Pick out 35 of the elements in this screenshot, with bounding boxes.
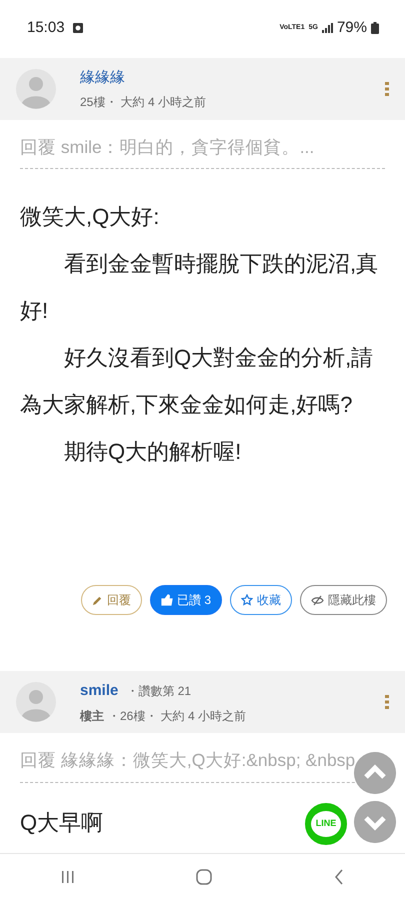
battery-level: 79% <box>336 18 367 38</box>
role-label: 樓主 <box>80 708 104 724</box>
back-icon[interactable] <box>334 869 344 885</box>
rank-text: ・讚數第 21 <box>126 683 192 700</box>
body-text: 好久沒看到Q大對金金的分析,請為大家解析,下來金金如何走,好嗎? <box>20 344 374 420</box>
scroll-down-button[interactable] <box>354 801 396 843</box>
avatar <box>16 682 56 722</box>
author-name[interactable]: 緣緣緣 <box>80 66 125 90</box>
clock: 15:03 <box>27 18 65 38</box>
post-meta: 25樓・ 大約 4 小時之前 <box>80 94 206 112</box>
reply-quote: 回覆 smile：明白的，貪字得個貧。... <box>20 134 385 170</box>
post-meta: ・26樓・ 大約 4 小時之前 <box>108 708 246 724</box>
recent-apps-icon[interactable] <box>60 870 75 884</box>
body-text: 看到金金暫時擺脫下跌的泥沼,真好! <box>20 250 380 326</box>
photo-icon <box>72 22 83 33</box>
body-text: 期待Q大的解析喔! <box>63 438 242 466</box>
scroll-up-button[interactable] <box>354 752 396 794</box>
more-icon[interactable] <box>385 695 389 710</box>
avatar <box>16 69 56 109</box>
battery-icon <box>371 22 379 34</box>
hide-button[interactable]: 隱藏此樓 <box>300 585 387 616</box>
thumbs-up-icon <box>160 594 173 606</box>
home-icon[interactable] <box>196 869 212 885</box>
more-icon[interactable] <box>385 82 389 96</box>
favorite-button[interactable]: 收藏 <box>230 585 292 616</box>
pencil-icon <box>92 594 103 606</box>
like-button[interactable]: 已讚 3 <box>150 585 222 616</box>
body-text: Q大早啊 <box>20 808 104 836</box>
author-name[interactable]: smile <box>80 680 118 702</box>
signal-icon <box>322 23 333 33</box>
line-share-button[interactable]: LINE <box>305 803 347 845</box>
body-text: 微笑大,Q大好: <box>20 203 160 232</box>
eye-slash-icon <box>311 594 324 606</box>
reply-button[interactable]: 回覆 <box>80 585 142 616</box>
star-icon <box>241 594 253 606</box>
